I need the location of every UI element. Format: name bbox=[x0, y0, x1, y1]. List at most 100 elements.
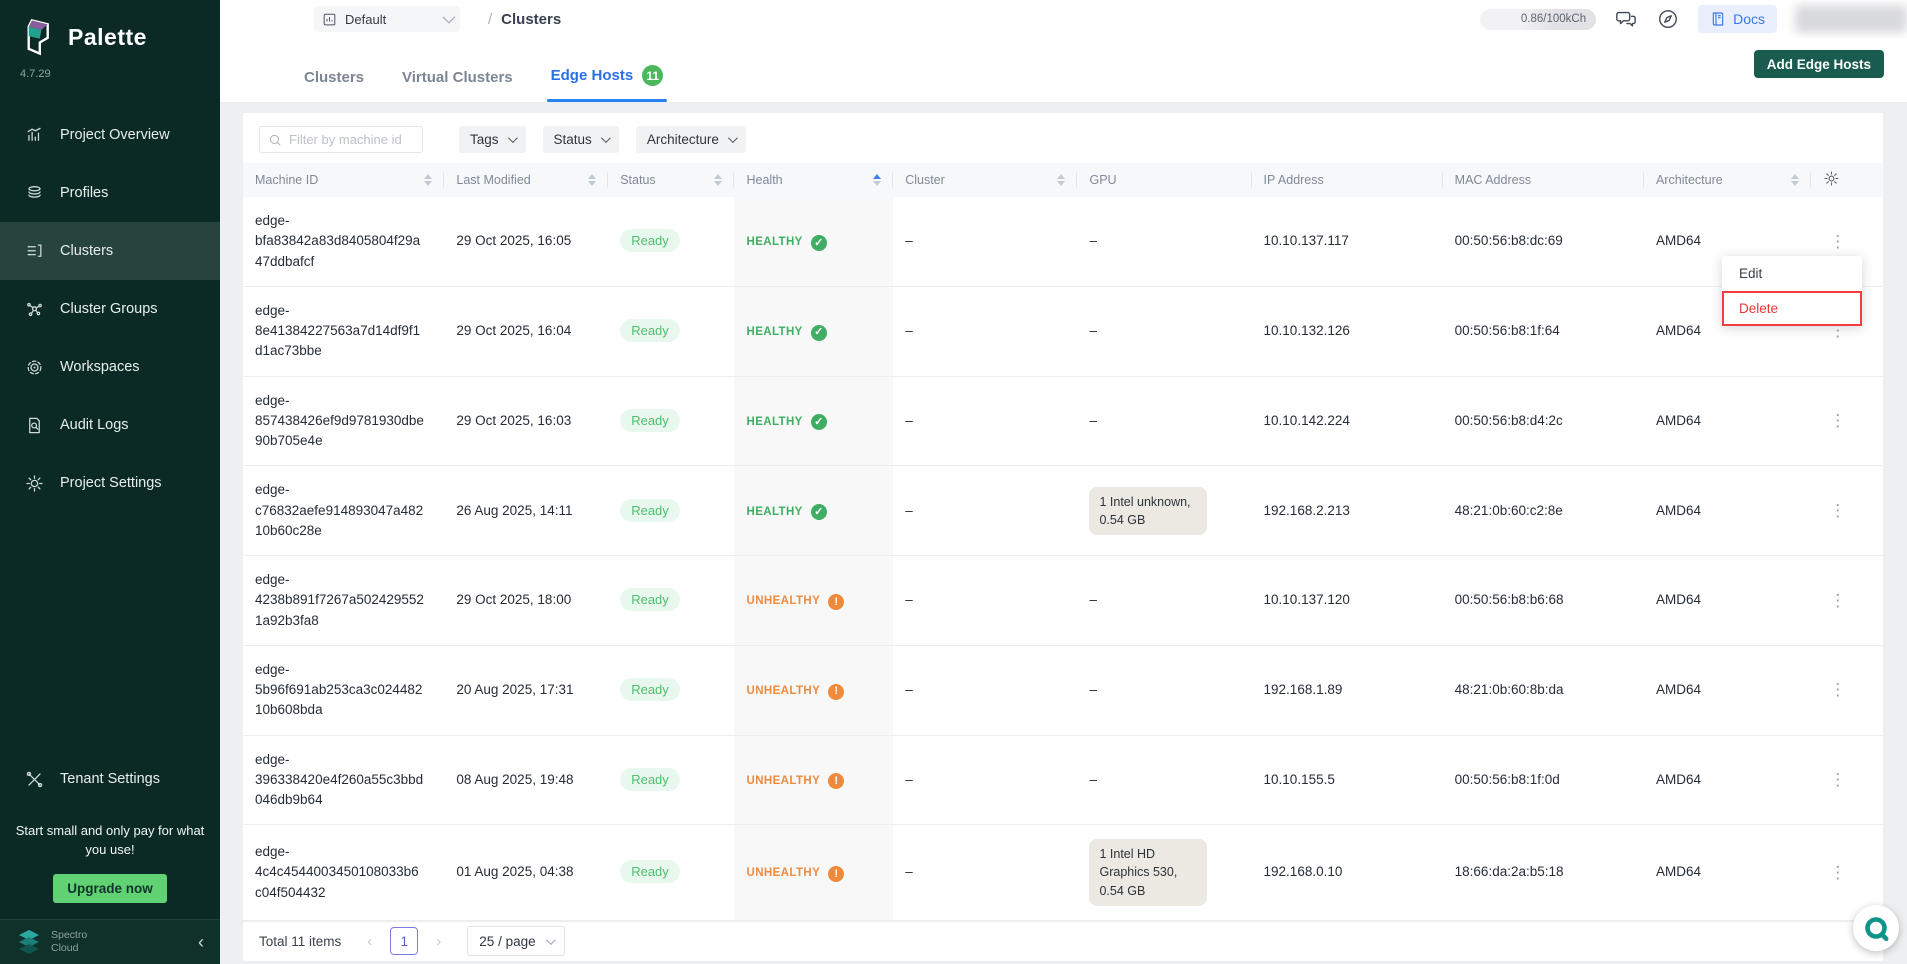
col-header-ip-address[interactable]: IP Address bbox=[1252, 163, 1443, 197]
page-size-select[interactable]: 25 / page bbox=[467, 926, 564, 956]
compass-icon[interactable] bbox=[1656, 7, 1680, 31]
table-row[interactable]: edge-8e41384227563a7d14df9f1d1ac73bbe 29… bbox=[243, 286, 1883, 376]
status-filter-dropdown[interactable]: Status bbox=[543, 126, 619, 153]
row-kebab-menu-icon[interactable]: ⋮ bbox=[1823, 499, 1853, 522]
gpu-badge: – bbox=[1089, 323, 1097, 338]
tags-filter-dropdown[interactable]: Tags bbox=[459, 126, 526, 153]
machine-id-search[interactable] bbox=[259, 126, 423, 153]
project-settings-gear-icon bbox=[24, 473, 44, 493]
health-badge: HEALTHY ✓ bbox=[746, 504, 826, 521]
filter-bar: Tags Status Architecture bbox=[243, 113, 1883, 163]
cell-status: Ready bbox=[608, 376, 734, 466]
sidebar-item-tenant-settings[interactable]: Tenant Settings bbox=[0, 750, 220, 808]
cell-gpu: – bbox=[1077, 735, 1251, 825]
row-kebab-menu-icon[interactable]: ⋮ bbox=[1823, 768, 1853, 791]
context-menu-edit[interactable]: Edit bbox=[1722, 256, 1862, 291]
cell-architecture: AMD64 bbox=[1644, 825, 1811, 920]
table-row[interactable]: edge-5b96f691ab253ca3c02448210b608bda 20… bbox=[243, 645, 1883, 735]
architecture-filter-dropdown[interactable]: Architecture bbox=[636, 126, 746, 153]
cell-gpu: 1 Intel unknown, 0.54 GB bbox=[1077, 466, 1251, 556]
page-number-button[interactable]: 1 bbox=[390, 927, 418, 955]
cell-cluster: – bbox=[893, 645, 1077, 735]
health-status-icon: ! bbox=[828, 594, 844, 610]
health-status-icon: ✓ bbox=[811, 325, 827, 341]
table-row[interactable]: edge-396338420e4f260a55c3bbd046db9b64 08… bbox=[243, 735, 1883, 825]
tab-virtual-clusters[interactable]: Virtual Clusters bbox=[402, 69, 513, 102]
col-header-settings[interactable] bbox=[1811, 163, 1883, 197]
col-header-mac-address[interactable]: MAC Address bbox=[1443, 163, 1644, 197]
previous-page-icon[interactable]: ‹ bbox=[363, 933, 376, 950]
next-page-icon[interactable]: › bbox=[432, 933, 445, 950]
table-row[interactable]: edge-bfa83842a83d8405804f29a47ddbafcf 29… bbox=[243, 197, 1883, 286]
tab-clusters[interactable]: Clusters bbox=[304, 69, 364, 102]
col-header-architecture[interactable]: Architecture bbox=[1644, 163, 1811, 197]
sort-icon-active[interactable] bbox=[873, 174, 881, 186]
sort-icon[interactable] bbox=[1057, 174, 1065, 186]
sidebar-item-profiles[interactable]: Profiles bbox=[0, 164, 220, 222]
book-icon bbox=[1710, 11, 1726, 27]
row-kebab-menu-icon[interactable]: ⋮ bbox=[1823, 861, 1853, 884]
cell-cluster: – bbox=[893, 466, 1077, 556]
spectro-cloud-logo-icon bbox=[16, 929, 42, 955]
table-header-row: Machine ID Last Modified Status Health C… bbox=[243, 163, 1883, 197]
row-kebab-menu-icon[interactable]: ⋮ bbox=[1823, 230, 1853, 253]
cell-cluster: – bbox=[893, 825, 1077, 920]
col-header-cluster[interactable]: Cluster bbox=[893, 163, 1077, 197]
cell-ip-address: 192.168.0.10 bbox=[1252, 825, 1443, 920]
context-menu-delete[interactable]: Delete bbox=[1722, 291, 1862, 326]
gpu-badge: – bbox=[1089, 592, 1097, 607]
row-kebab-menu-icon[interactable]: ⋮ bbox=[1823, 678, 1853, 701]
project-selector[interactable]: Default bbox=[314, 6, 460, 32]
cell-status: Ready bbox=[608, 286, 734, 376]
sidebar-item-project-settings[interactable]: Project Settings bbox=[0, 454, 220, 512]
cell-last-modified: 26 Aug 2025, 14:11 bbox=[444, 466, 608, 556]
row-kebab-menu-icon[interactable]: ⋮ bbox=[1823, 589, 1853, 612]
docs-button[interactable]: Docs bbox=[1698, 5, 1777, 33]
sidebar-collapse-icon[interactable]: ‹ bbox=[198, 933, 204, 951]
cell-architecture: AMD64 bbox=[1644, 735, 1811, 825]
sidebar-item-workspaces[interactable]: Workspaces bbox=[0, 338, 220, 396]
chevron-down-icon bbox=[728, 133, 738, 143]
cluster-groups-icon bbox=[24, 299, 44, 319]
sort-icon[interactable] bbox=[714, 174, 722, 186]
sidebar-item-clusters[interactable]: Clusters bbox=[0, 222, 220, 280]
row-kebab-menu-icon[interactable]: ⋮ bbox=[1823, 409, 1853, 432]
upgrade-now-button[interactable]: Upgrade now bbox=[53, 874, 167, 903]
cell-last-modified: 20 Aug 2025, 17:31 bbox=[444, 645, 608, 735]
cell-ip-address: 10.10.155.5 bbox=[1252, 735, 1443, 825]
tab-edge-hosts[interactable]: Edge Hosts 11 bbox=[551, 65, 664, 102]
profiles-icon bbox=[24, 183, 44, 203]
sidebar: Palette 4.7.29 Project Overview Profiles… bbox=[0, 0, 220, 964]
cell-last-modified: 01 Aug 2025, 04:38 bbox=[444, 825, 608, 920]
col-header-status[interactable]: Status bbox=[608, 163, 734, 197]
col-header-health[interactable]: Health bbox=[734, 163, 893, 197]
cell-health: HEALTHY ✓ bbox=[734, 286, 893, 376]
cell-last-modified: 29 Oct 2025, 16:04 bbox=[444, 286, 608, 376]
col-header-machine-id[interactable]: Machine ID bbox=[243, 163, 444, 197]
sort-icon[interactable] bbox=[588, 174, 596, 186]
row-context-menu: Edit Delete bbox=[1722, 256, 1862, 326]
sidebar-spacer bbox=[0, 512, 220, 750]
chat-bubbles-icon[interactable] bbox=[1614, 7, 1638, 31]
sidebar-item-audit-logs[interactable]: Audit Logs bbox=[0, 396, 220, 454]
cell-cluster: – bbox=[893, 735, 1077, 825]
table-settings-gear-icon[interactable] bbox=[1823, 170, 1840, 187]
cell-ip-address: 10.10.137.120 bbox=[1252, 556, 1443, 646]
table-row[interactable]: edge-c76832aefe914893047a48210b60c28e 26… bbox=[243, 466, 1883, 556]
table-row[interactable]: edge-4238b891f7267a5024295521a92b3fa8 29… bbox=[243, 556, 1883, 646]
cell-mac-address: 00:50:56:b8:b6:68 bbox=[1443, 556, 1644, 646]
col-header-gpu[interactable]: GPU bbox=[1077, 163, 1251, 197]
cell-architecture: AMD64 bbox=[1644, 556, 1811, 646]
gpu-badge: – bbox=[1089, 772, 1097, 787]
col-header-last-modified[interactable]: Last Modified bbox=[444, 163, 608, 197]
sort-icon[interactable] bbox=[1791, 174, 1799, 186]
table-row[interactable]: edge-4c4c4544003450108033b6c04f504432 01… bbox=[243, 825, 1883, 920]
search-input[interactable] bbox=[289, 132, 414, 147]
table-row[interactable]: edge-857438426ef9d9781930dbe90b705e4e 29… bbox=[243, 376, 1883, 466]
sort-icon[interactable] bbox=[424, 174, 432, 186]
add-edge-hosts-button[interactable]: Add Edge Hosts bbox=[1754, 50, 1884, 78]
cell-cluster: – bbox=[893, 286, 1077, 376]
sidebar-item-project-overview[interactable]: Project Overview bbox=[0, 106, 220, 164]
sidebar-item-cluster-groups[interactable]: Cluster Groups bbox=[0, 280, 220, 338]
chat-launcher-button[interactable] bbox=[1853, 905, 1899, 951]
